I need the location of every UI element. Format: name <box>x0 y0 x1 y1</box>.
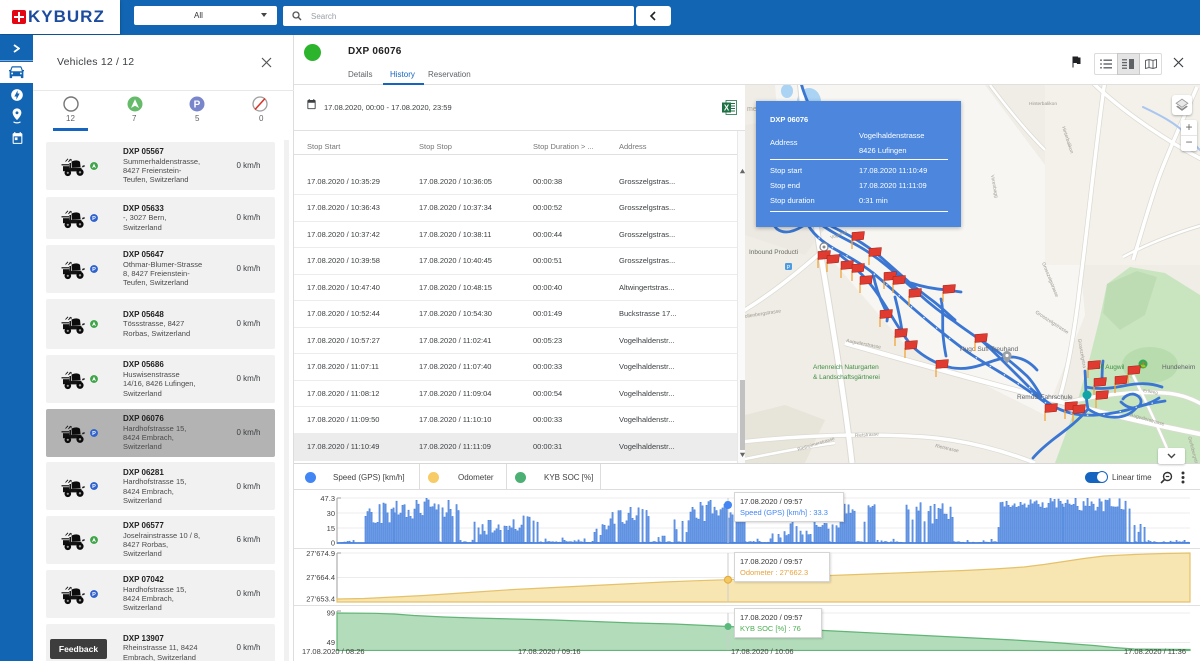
svg-text:47.3: 47.3 <box>320 494 335 503</box>
svg-text:Hinterbalikon: Hinterbalikon <box>1029 101 1057 107</box>
svg-text:P: P <box>194 100 201 111</box>
svg-text:27’664.4: 27’664.4 <box>306 573 335 582</box>
svg-text:P: P <box>92 267 96 273</box>
svg-text:27’674.9: 27’674.9 <box>306 549 335 558</box>
svg-text:27’653.4: 27’653.4 <box>306 595 335 604</box>
svg-text:Hundeheim: Hundeheim <box>1162 364 1195 371</box>
svg-text:P: P <box>787 265 791 271</box>
svg-text:⛳: ⛳ <box>1140 362 1147 369</box>
svg-text:RemoS Fahrschule: RemoS Fahrschule <box>1017 394 1073 401</box>
svg-text:P: P <box>92 431 96 437</box>
svg-text:0: 0 <box>331 539 335 548</box>
svg-text:P: P <box>92 216 96 222</box>
svg-text:olf Augwil: olf Augwil <box>1097 364 1125 371</box>
svg-text:49: 49 <box>327 638 335 647</box>
svg-text:30: 30 <box>327 509 335 518</box>
svg-text:P: P <box>92 484 96 490</box>
svg-text:99: 99 <box>327 609 335 618</box>
svg-text:& Landschaftsgärtnerei: & Landschaftsgärtnerei <box>813 374 880 381</box>
svg-text:15: 15 <box>327 524 335 533</box>
svg-text:P: P <box>92 592 96 598</box>
svg-text:Inbound Producti: Inbound Producti <box>749 249 798 256</box>
svg-text:Artenreich Naturgarten: Artenreich Naturgarten <box>813 364 879 371</box>
svg-text:X: X <box>724 104 730 113</box>
